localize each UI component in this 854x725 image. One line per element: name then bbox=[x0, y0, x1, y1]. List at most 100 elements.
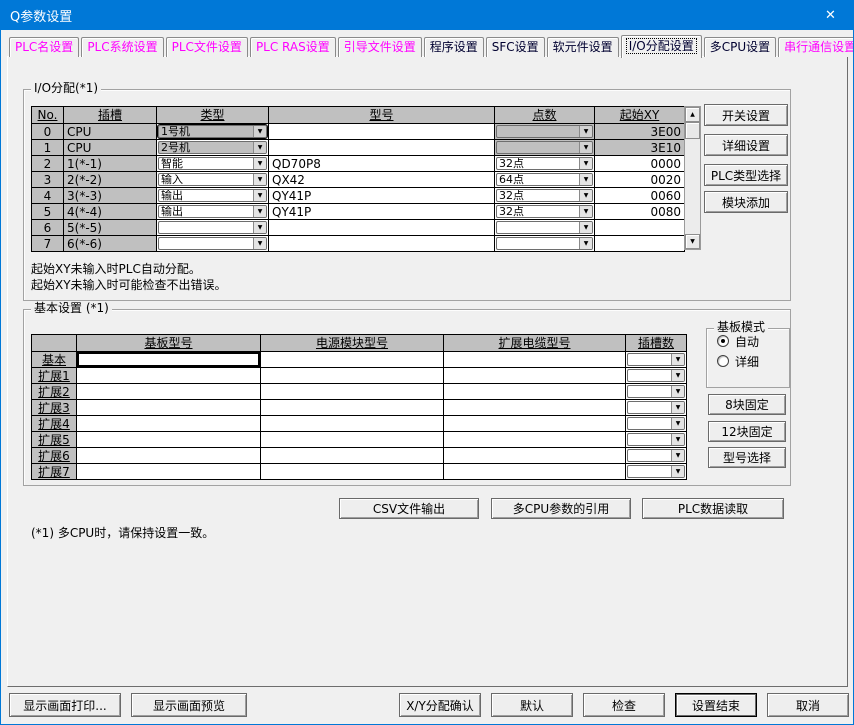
dropdown-arrow-icon[interactable]: ▼ bbox=[671, 402, 684, 413]
type-dropdown[interactable]: 智能▼ bbox=[157, 156, 269, 172]
tab-io-assignment[interactable]: I/O分配设置 bbox=[621, 35, 702, 58]
tab-device[interactable]: 软元件设置 bbox=[547, 37, 619, 57]
dropdown-arrow-icon[interactable]: ▼ bbox=[253, 158, 266, 169]
switch-setting-button[interactable]: 开关设置 bbox=[704, 104, 788, 126]
type-dropdown[interactable]: 输入▼ bbox=[157, 172, 269, 188]
model-cell[interactable] bbox=[269, 140, 495, 156]
dropdown-arrow-icon[interactable]: ▼ bbox=[579, 206, 592, 217]
type-dropdown[interactable]: 1号机▼ bbox=[157, 124, 269, 140]
cable-model-cell[interactable] bbox=[444, 432, 626, 448]
power-model-cell[interactable] bbox=[261, 384, 444, 400]
power-model-cell[interactable] bbox=[261, 432, 444, 448]
fix-8-slots-button[interactable]: 8块固定 bbox=[708, 394, 786, 415]
dropdown-arrow-icon[interactable]: ▼ bbox=[579, 222, 592, 233]
dropdown-arrow-icon[interactable]: ▼ bbox=[671, 450, 684, 461]
cable-model-cell[interactable] bbox=[444, 384, 626, 400]
scroll-up-icon[interactable]: ▲ bbox=[685, 107, 700, 122]
plc-data-read-button[interactable]: PLC数据读取 bbox=[642, 498, 784, 519]
points-dropdown[interactable]: 32点▼ bbox=[495, 204, 595, 220]
slots-dropdown[interactable]: ▼ bbox=[626, 432, 687, 448]
close-button[interactable]: ✕ bbox=[808, 1, 853, 30]
dropdown-arrow-icon[interactable]: ▼ bbox=[253, 126, 266, 137]
base-model-cell[interactable] bbox=[77, 384, 261, 400]
tab-multi-cpu[interactable]: 多CPU设置 bbox=[704, 37, 776, 57]
type-dropdown[interactable]: ▼ bbox=[157, 220, 269, 236]
points-dropdown[interactable]: 32点▼ bbox=[495, 188, 595, 204]
dropdown-arrow-icon[interactable]: ▼ bbox=[671, 386, 684, 397]
tab-sfc[interactable]: SFC设置 bbox=[486, 37, 545, 57]
points-dropdown[interactable]: 64点▼ bbox=[495, 172, 595, 188]
startxy-cell[interactable] bbox=[595, 220, 685, 236]
startxy-cell[interactable]: 0060 bbox=[595, 188, 685, 204]
dropdown-arrow-icon[interactable]: ▼ bbox=[671, 466, 684, 477]
base-model-cell[interactable] bbox=[77, 368, 261, 384]
slots-dropdown[interactable]: ▼ bbox=[626, 416, 687, 432]
model-cell[interactable] bbox=[269, 124, 495, 140]
scroll-down-icon[interactable]: ▼ bbox=[685, 234, 700, 249]
type-dropdown[interactable]: ▼ bbox=[157, 236, 269, 252]
xy-assignment-confirm-button[interactable]: X/Y分配确认 bbox=[399, 693, 481, 717]
slots-dropdown[interactable]: ▼ bbox=[626, 400, 687, 416]
slots-dropdown[interactable]: ▼ bbox=[626, 384, 687, 400]
power-model-cell[interactable] bbox=[261, 464, 444, 480]
select-model-button[interactable]: 型号选择 bbox=[708, 447, 786, 468]
multi-cpu-param-ref-button[interactable]: 多CPU参数的引用 bbox=[491, 498, 631, 519]
dropdown-arrow-icon[interactable]: ▼ bbox=[253, 222, 266, 233]
dropdown-arrow-icon[interactable]: ▼ bbox=[253, 190, 266, 201]
base-model-cell[interactable] bbox=[77, 352, 261, 368]
slots-dropdown[interactable]: ▼ bbox=[626, 448, 687, 464]
base-model-cell[interactable] bbox=[77, 464, 261, 480]
base-mode-auto-radio[interactable]: 自动 bbox=[717, 333, 789, 349]
tab-serial-comm[interactable]: 串行通信设置 bbox=[778, 37, 854, 57]
model-cell[interactable]: QY41P bbox=[269, 204, 495, 220]
dropdown-arrow-icon[interactable]: ▼ bbox=[579, 142, 592, 153]
cable-model-cell[interactable] bbox=[444, 448, 626, 464]
default-button[interactable]: 默认 bbox=[491, 693, 573, 717]
io-table-scrollbar[interactable]: ▲ ▼ bbox=[684, 106, 701, 250]
base-model-cell[interactable] bbox=[77, 432, 261, 448]
detail-setting-button[interactable]: 详细设置 bbox=[704, 134, 788, 156]
dropdown-arrow-icon[interactable]: ▼ bbox=[579, 158, 592, 169]
cable-model-cell[interactable] bbox=[444, 352, 626, 368]
base-model-cell[interactable] bbox=[77, 448, 261, 464]
dropdown-arrow-icon[interactable]: ▼ bbox=[579, 174, 592, 185]
dropdown-arrow-icon[interactable]: ▼ bbox=[671, 370, 684, 381]
cable-model-cell[interactable] bbox=[444, 464, 626, 480]
print-screen-button[interactable]: 显示画面打印... bbox=[9, 693, 121, 717]
tab-boot-file[interactable]: 引导文件设置 bbox=[338, 37, 422, 57]
dropdown-arrow-icon[interactable]: ▼ bbox=[253, 206, 266, 217]
points-dropdown[interactable]: ▼ bbox=[495, 124, 595, 140]
model-cell[interactable] bbox=[269, 220, 495, 236]
dropdown-arrow-icon[interactable]: ▼ bbox=[253, 238, 266, 249]
points-dropdown[interactable]: ▼ bbox=[495, 220, 595, 236]
points-dropdown[interactable]: ▼ bbox=[495, 236, 595, 252]
check-button[interactable]: 检查 bbox=[583, 693, 665, 717]
tab-program[interactable]: 程序设置 bbox=[424, 37, 484, 57]
tab-plc-ras[interactable]: PLC RAS设置 bbox=[250, 37, 336, 57]
plc-type-select-button[interactable]: PLC类型选择 bbox=[704, 164, 788, 186]
dropdown-arrow-icon[interactable]: ▼ bbox=[671, 434, 684, 445]
dropdown-arrow-icon[interactable]: ▼ bbox=[253, 142, 266, 153]
cancel-button[interactable]: 取消 bbox=[767, 693, 849, 717]
power-model-cell[interactable] bbox=[261, 352, 444, 368]
model-cell[interactable] bbox=[269, 236, 495, 252]
setting-finish-button[interactable]: 设置结束 bbox=[675, 693, 757, 717]
type-dropdown[interactable]: 输出▼ bbox=[157, 188, 269, 204]
model-cell[interactable]: QX42 bbox=[269, 172, 495, 188]
add-module-button[interactable]: 模块添加 bbox=[704, 191, 788, 213]
cable-model-cell[interactable] bbox=[444, 416, 626, 432]
preview-screen-button[interactable]: 显示画面预览 bbox=[131, 693, 247, 717]
tab-plc-system[interactable]: PLC系统设置 bbox=[81, 37, 163, 57]
startxy-cell[interactable]: 0000 bbox=[595, 156, 685, 172]
csv-export-button[interactable]: CSV文件输出 bbox=[339, 498, 479, 519]
tab-plc-file[interactable]: PLC文件设置 bbox=[166, 37, 248, 57]
focused-edit-cell[interactable] bbox=[77, 352, 260, 367]
type-dropdown[interactable]: 2号机▼ bbox=[157, 140, 269, 156]
power-model-cell[interactable] bbox=[261, 416, 444, 432]
cable-model-cell[interactable] bbox=[444, 400, 626, 416]
power-model-cell[interactable] bbox=[261, 448, 444, 464]
type-dropdown[interactable]: 输出▼ bbox=[157, 204, 269, 220]
slots-dropdown[interactable]: ▼ bbox=[626, 368, 687, 384]
dropdown-arrow-icon[interactable]: ▼ bbox=[579, 190, 592, 201]
slots-dropdown[interactable]: ▼ bbox=[626, 352, 687, 368]
